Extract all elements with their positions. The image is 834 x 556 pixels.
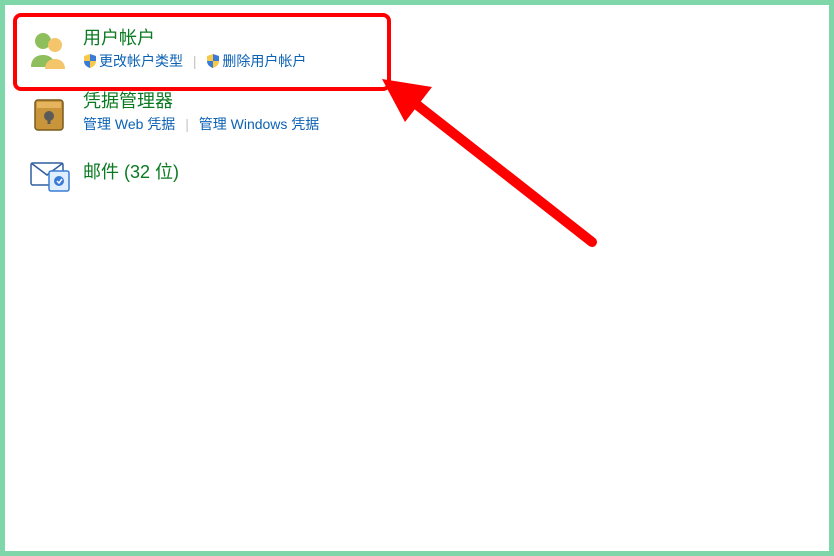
link-change-account-type[interactable]: 更改帐户类型 <box>83 53 187 69</box>
link-change-account-type-label: 更改帐户类型 <box>99 53 183 69</box>
shield-icon <box>83 54 97 68</box>
credential-manager-links: 管理 Web 凭据 | 管理 Windows 凭据 <box>83 115 319 133</box>
link-remove-user-account[interactable]: 删除用户帐户 <box>206 53 306 69</box>
category-user-accounts-text: 用户帐户 更改帐户类型 | <box>83 27 306 71</box>
category-mail: 邮件 (32 位) <box>25 151 179 199</box>
category-credential-manager: 凭据管理器 管理 Web 凭据 | 管理 Windows 凭据 <box>25 90 319 138</box>
control-panel-body: 用户帐户 更改帐户类型 | <box>5 5 829 551</box>
mail-icon <box>25 151 73 199</box>
user-accounts-title[interactable]: 用户帐户 <box>83 27 306 50</box>
category-user-accounts: 用户帐户 更改帐户类型 | <box>25 27 306 75</box>
mail-title[interactable]: 邮件 (32 位) <box>83 161 179 184</box>
link-manage-web-credentials[interactable]: 管理 Web 凭据 <box>83 116 175 132</box>
link-remove-user-account-label: 删除用户帐户 <box>222 53 306 69</box>
shield-icon <box>206 54 220 68</box>
link-manage-windows-credentials[interactable]: 管理 Windows 凭据 <box>199 116 320 132</box>
credential-manager-title[interactable]: 凭据管理器 <box>83 90 319 113</box>
category-mail-text: 邮件 (32 位) <box>83 161 179 184</box>
credential-manager-icon <box>25 90 73 138</box>
user-accounts-links: 更改帐户类型 | 删除用户帐户 <box>83 52 306 70</box>
annotation-arrow <box>377 67 627 267</box>
window-frame: 用户帐户 更改帐户类型 | <box>0 0 834 556</box>
category-credential-manager-text: 凭据管理器 管理 Web 凭据 | 管理 Windows 凭据 <box>83 90 319 134</box>
link-separator: | <box>185 116 189 132</box>
link-separator: | <box>193 53 197 69</box>
user-accounts-icon <box>25 27 73 75</box>
